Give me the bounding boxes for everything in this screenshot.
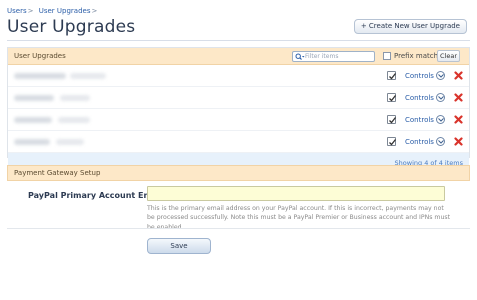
form-divider: [7, 228, 470, 229]
user-upgrades-header-label: User Upgrades: [14, 52, 66, 60]
upgrade-row: Controls: [8, 87, 469, 109]
controls-label: Controls: [405, 138, 434, 146]
controls-label: Controls: [405, 94, 434, 102]
upgrade-row: Controls: [8, 65, 469, 87]
chevron-down-icon: [435, 115, 445, 124]
check-icon: [389, 95, 397, 102]
breadcrumb-separator: >: [91, 7, 98, 15]
filter-box[interactable]: [292, 51, 375, 62]
save-button[interactable]: Save: [147, 238, 211, 254]
check-icon: [389, 117, 397, 124]
check-icon: [389, 139, 397, 146]
controls-label: Controls: [405, 116, 434, 124]
payment-gateway-panel: Payment Gateway Setup: [7, 165, 470, 181]
chevron-down-icon: [435, 137, 445, 146]
controls-menu[interactable]: Controls: [405, 137, 445, 147]
check-icon: [389, 73, 397, 80]
redacted-title: [14, 139, 50, 145]
controls-menu[interactable]: Controls: [405, 115, 445, 125]
create-user-upgrade-button[interactable]: + Create New User Upgrade: [353, 19, 467, 34]
user-upgrades-panel: User Upgrades Prefix match Clear Control…: [7, 47, 470, 173]
clear-filter-button[interactable]: Clear: [437, 50, 460, 62]
delete-icon[interactable]: [454, 137, 463, 146]
breadcrumb-user-upgrades[interactable]: User Upgrades: [39, 7, 91, 15]
delete-icon[interactable]: [454, 115, 463, 124]
enable-checkbox[interactable]: [387, 93, 397, 102]
redacted-title: [14, 117, 52, 123]
controls-menu[interactable]: Controls: [405, 93, 445, 103]
delete-icon[interactable]: [454, 71, 463, 80]
search-icon: [295, 53, 305, 60]
breadcrumb: Users> User Upgrades>: [7, 7, 100, 15]
redacted-title: [14, 95, 54, 101]
user-upgrades-header: User Upgrades Prefix match Clear: [8, 48, 469, 65]
controls-menu[interactable]: Controls: [405, 71, 445, 81]
chevron-down-icon: [435, 71, 445, 80]
chevron-down-icon: [435, 93, 445, 102]
page-title: User Upgrades: [7, 17, 136, 37]
enable-checkbox[interactable]: [387, 115, 397, 124]
redacted-title: [14, 73, 66, 79]
enable-checkbox[interactable]: [387, 71, 397, 80]
redacted-description: [56, 139, 84, 145]
paypal-email-field[interactable]: [147, 186, 445, 201]
payment-gateway-header: Payment Gateway Setup: [7, 165, 470, 181]
title-divider: [7, 40, 470, 41]
prefix-match-label: Prefix match: [394, 52, 439, 60]
redacted-description: [58, 117, 90, 123]
paypal-email-label: PayPal Primary Account Email: [28, 191, 163, 200]
breadcrumb-users[interactable]: Users: [7, 7, 27, 15]
enable-checkbox[interactable]: [387, 137, 397, 146]
redacted-description: [60, 95, 90, 101]
breadcrumb-separator: >: [27, 7, 34, 15]
filter-input[interactable]: [305, 52, 373, 61]
prefix-match-checkbox[interactable]: [383, 52, 391, 60]
delete-icon[interactable]: [454, 93, 463, 102]
redacted-description: [70, 73, 106, 79]
upgrade-row: Controls: [8, 109, 469, 131]
upgrade-row: Controls: [8, 131, 469, 153]
controls-label: Controls: [405, 72, 434, 80]
